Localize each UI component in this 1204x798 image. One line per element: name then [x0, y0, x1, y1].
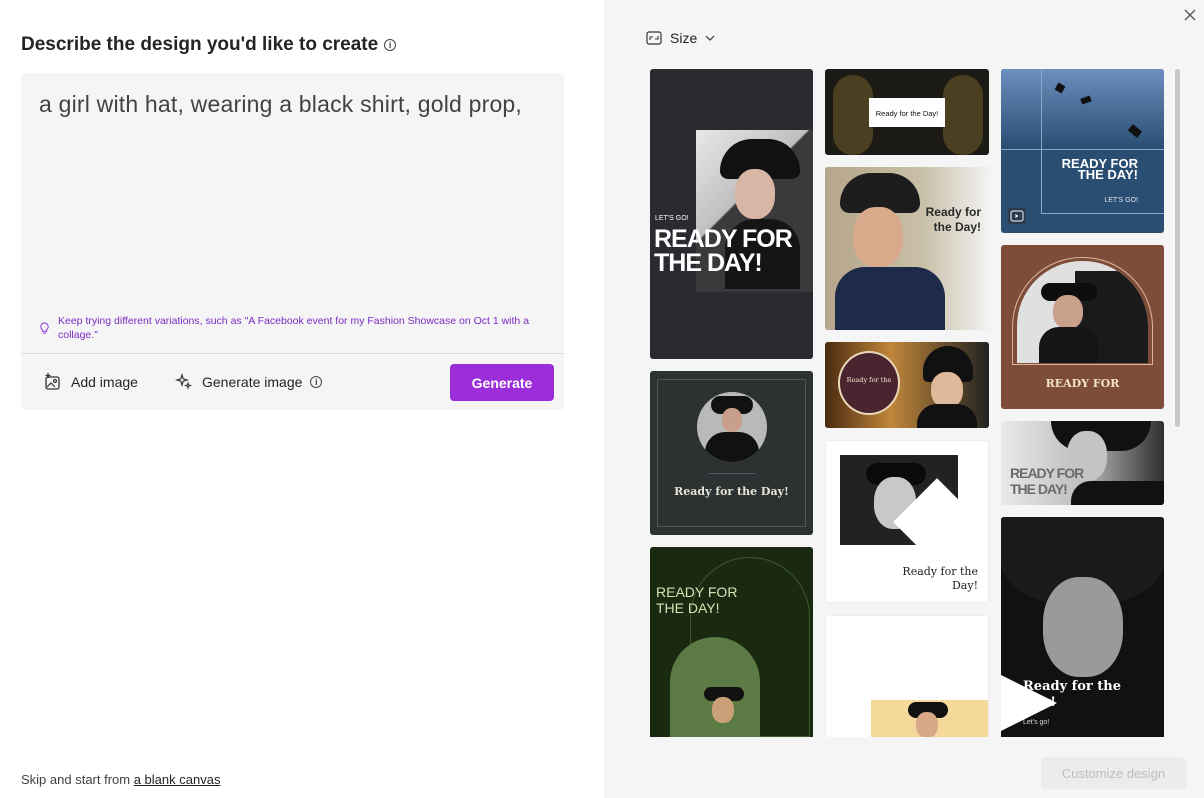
template-card[interactable]: Ready for the Day!	[825, 167, 989, 330]
prompt-input-area[interactable]: a girl with hat, wearing a black shirt, …	[21, 73, 564, 410]
template-text: READY FOR	[1010, 465, 1084, 481]
heading-text: Describe the design you'd like to create	[21, 34, 379, 55]
generate-image-label: Generate image	[202, 374, 303, 390]
resize-icon	[646, 31, 662, 45]
template-card[interactable]	[825, 615, 989, 737]
close-icon[interactable]	[1182, 7, 1198, 23]
size-dropdown[interactable]: Size	[646, 30, 715, 46]
info-icon[interactable]: i	[310, 376, 323, 388]
template-card[interactable]: READY FOR THE DAY!	[650, 547, 813, 737]
template-text: Ready for the	[846, 376, 892, 384]
info-icon[interactable]: i	[384, 39, 397, 51]
template-text: READY FOR	[654, 225, 793, 253]
template-text: Ready for the Day!	[674, 485, 789, 498]
template-text: THE DAY!	[1077, 167, 1138, 182]
template-text: READY FOR	[1045, 377, 1120, 390]
template-card[interactable]: Ready for the Day!	[825, 69, 989, 155]
template-card[interactable]: READY FOR	[1001, 245, 1164, 409]
skip-prefix: Skip and start from	[21, 772, 134, 787]
scrollbar[interactable]	[1175, 69, 1180, 427]
template-text: the Day!	[933, 220, 981, 234]
template-text: Ready for the Day!	[875, 109, 939, 118]
template-text: Day!	[1023, 695, 1056, 710]
tip-hint: Keep trying different variations, such a…	[39, 314, 539, 342]
add-image-label: Add image	[71, 374, 138, 390]
add-image-icon	[45, 373, 60, 390]
skip-text: Skip and start from a blank canvas	[21, 772, 220, 787]
add-image-button[interactable]: Add image	[43, 372, 138, 392]
template-text: Let's go!	[1023, 719, 1050, 726]
template-card[interactable]: READY FOR THE DAY! LET'S GO!	[1001, 69, 1164, 233]
template-text: LET'S GO!	[655, 215, 689, 222]
template-text: Ready for	[925, 205, 981, 219]
page-title: Describe the design you'd like to create…	[21, 34, 397, 56]
design-prompt-panel: Describe the design you'd like to create…	[0, 0, 604, 798]
templates-panel: Size LET'S GO! READY FOR THE DAY! Ready …	[604, 0, 1204, 798]
template-text: THE DAY!	[654, 249, 763, 277]
template-card[interactable]: LET'S GO! READY FOR THE DAY!	[650, 69, 813, 359]
template-card[interactable]: READY FOR THE DAY!	[1001, 421, 1164, 505]
template-text: THE DAY!	[1010, 481, 1068, 497]
template-text: THE DAY!	[656, 600, 720, 616]
divider	[21, 353, 564, 354]
prompt-text[interactable]: a girl with hat, wearing a black shirt, …	[39, 91, 522, 118]
generate-image-button[interactable]: Generate image i	[174, 372, 323, 392]
template-card[interactable]: Ready for the Day!	[650, 371, 813, 535]
template-text: Ready for the	[1023, 679, 1122, 694]
sparkle-icon	[175, 373, 193, 390]
template-card[interactable]: Ready for the	[825, 342, 989, 428]
template-text: Day!	[951, 579, 978, 592]
tip-text: Keep trying different variations, such a…	[58, 315, 530, 341]
template-card[interactable]: Ready for the Day!	[825, 440, 989, 603]
template-text: Ready for the	[902, 565, 978, 578]
template-card[interactable]: Ready for the Day! Let's go!	[1001, 517, 1164, 737]
size-label: Size	[670, 30, 698, 46]
chevron-down-icon	[705, 35, 715, 41]
blank-canvas-link[interactable]: a blank canvas	[134, 772, 221, 787]
template-grid: LET'S GO! READY FOR THE DAY! Ready for t…	[650, 69, 1170, 737]
template-text: READY FOR	[656, 584, 738, 600]
generate-button[interactable]: Generate	[450, 364, 554, 401]
template-text: LET'S GO!	[1104, 197, 1138, 204]
lightbulb-icon	[40, 322, 49, 334]
video-play-icon	[1008, 208, 1026, 224]
customize-design-button[interactable]: Customize design	[1041, 757, 1186, 789]
